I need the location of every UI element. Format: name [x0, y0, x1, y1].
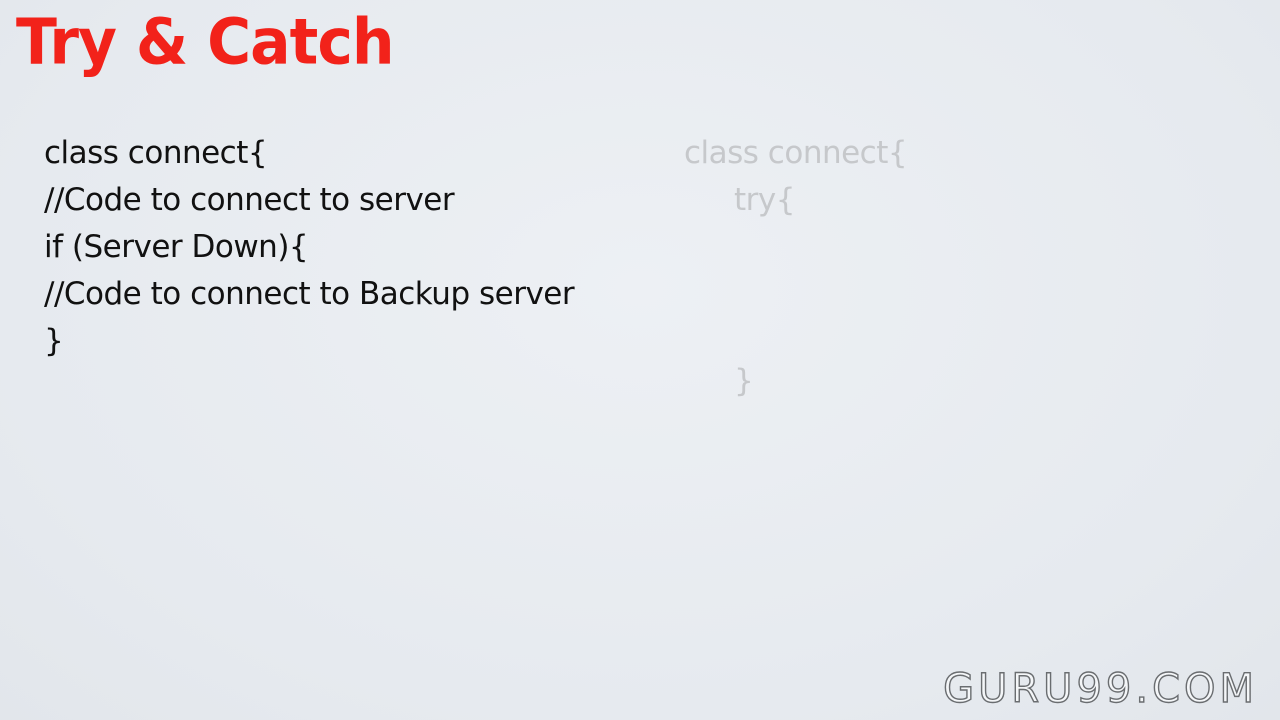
code-line: //Code to connect to server — [44, 182, 455, 218]
code-block-main: class connect{ //Code to connect to serv… — [44, 130, 575, 365]
code-line: } — [44, 323, 64, 359]
watermark-logo: GURU99.COM — [942, 665, 1258, 712]
slide-title: Try & Catch — [16, 6, 395, 80]
faded-code-line: } — [734, 363, 754, 399]
code-line: //Code to connect to Backup server — [44, 276, 575, 312]
code-line: class connect{ — [44, 135, 268, 171]
faded-code-line: try{ — [734, 182, 795, 218]
code-line: if (Server Down){ — [44, 229, 309, 265]
slide-canvas: Try & Catch class connect{ //Code to con… — [0, 0, 1280, 720]
faded-code-line: class connect{ — [684, 135, 908, 171]
